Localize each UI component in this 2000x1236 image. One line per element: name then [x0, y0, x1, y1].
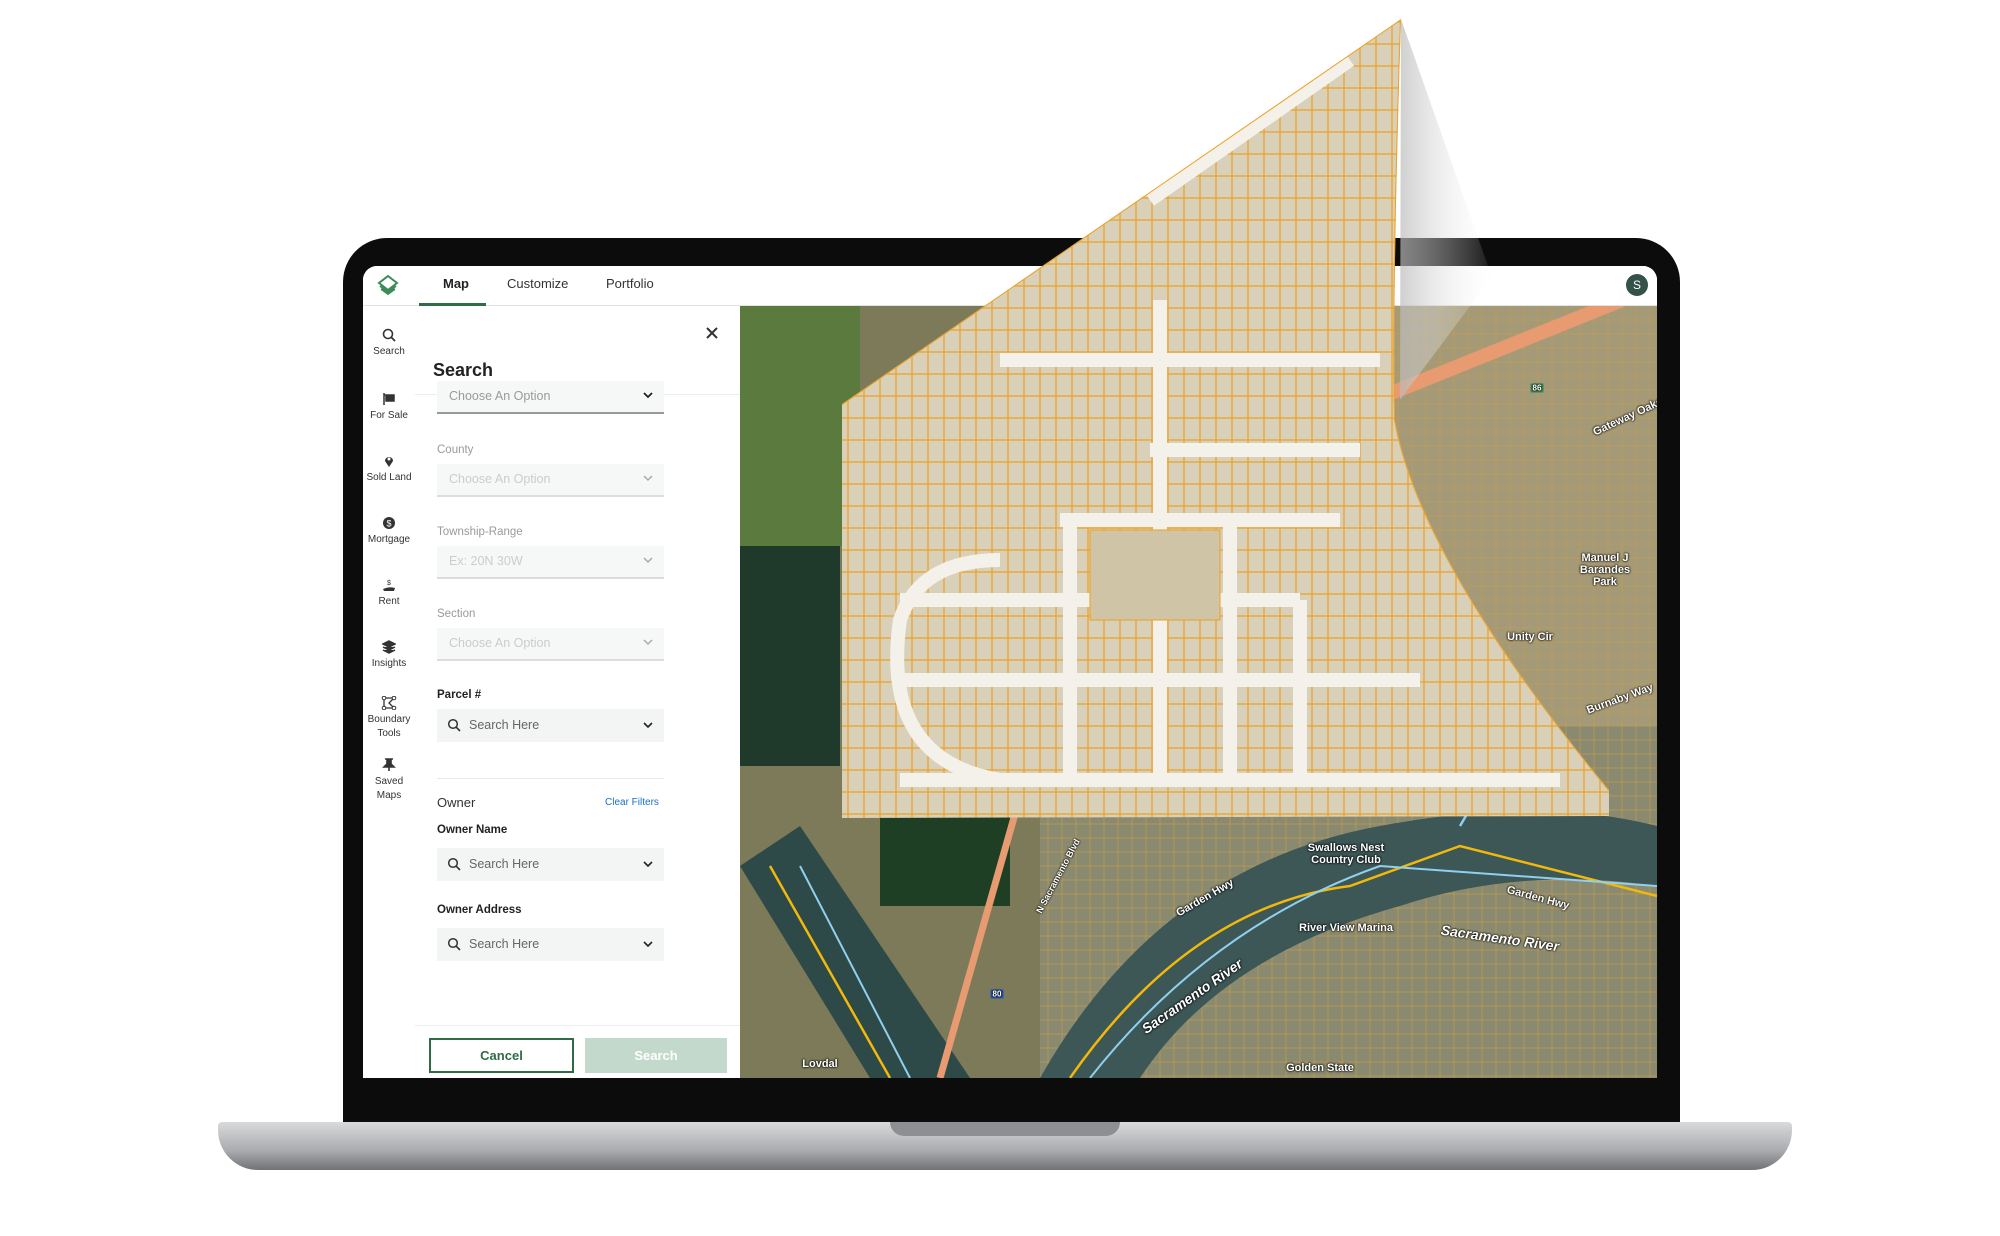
hand-dollar-icon: $ — [383, 580, 395, 591]
sidebar: Search For Sale Sold Land $ Mortgage $ Ren… — [363, 306, 415, 1078]
parcel-label: Parcel # — [437, 689, 482, 701]
map-label: Swallows Nest Country Club — [1307, 842, 1385, 866]
section-select[interactable]: Choose An Option — [437, 628, 664, 661]
map-pin-icon — [385, 457, 393, 467]
county-select[interactable]: Choose An Option — [437, 464, 664, 497]
sidebar-item-sold-land[interactable]: Sold Land — [363, 454, 415, 485]
township-range-select[interactable]: Ex: 20N 30W — [437, 546, 664, 579]
sidebar-item-label: Rent — [378, 596, 400, 607]
select-placeholder: Ex: 20N 30W — [449, 554, 523, 568]
tab-portfolio[interactable]: Portfolio — [606, 276, 654, 291]
sidebar-item-label: Saved — [374, 776, 404, 787]
map-label: Lovdal — [802, 1058, 838, 1070]
select-placeholder: Choose An Option — [449, 472, 551, 486]
chevron-down-icon — [643, 861, 653, 868]
input-placeholder: Search Here — [469, 937, 540, 951]
owner-name-input[interactable]: Search Here — [437, 848, 664, 881]
sidebar-item-for-sale[interactable]: For Sale — [363, 392, 415, 423]
dollar-circle-icon: $ — [383, 517, 395, 529]
sidebar-item-label: Tools — [377, 728, 401, 739]
pin-icon — [382, 758, 396, 771]
cancel-button[interactable]: Cancel — [429, 1038, 574, 1073]
map-label: Golden State — [1286, 1062, 1354, 1074]
chevron-down-icon — [643, 722, 653, 729]
section-label: Section — [437, 608, 476, 620]
app-logo-icon — [377, 274, 399, 296]
panel-title: Search — [433, 360, 494, 380]
sidebar-item-label: For Sale — [370, 410, 408, 421]
sidebar-item-label: Mortgage — [367, 534, 411, 545]
select-value: Choose An Option — [449, 389, 551, 403]
township-label: Township-Range — [437, 526, 523, 538]
owner-address-input[interactable]: Search Here — [437, 928, 664, 961]
sidebar-item-boundary-tools[interactable]: Boundary Tools — [363, 696, 415, 741]
avatar[interactable]: S — [1626, 274, 1648, 296]
polygon-icon — [381, 696, 397, 710]
input-placeholder: Search Here — [469, 718, 540, 732]
chevron-down-icon — [643, 392, 653, 399]
sidebar-item-saved-maps[interactable]: Saved Maps — [363, 758, 415, 803]
svg-text:$: $ — [387, 580, 391, 587]
map-label: River View Marina — [1299, 922, 1393, 934]
map-imagery — [740, 306, 1657, 1078]
interstate-shield: 80 — [990, 989, 1004, 999]
tab-map[interactable]: Map — [443, 276, 469, 291]
sidebar-item-label: Sold Land — [366, 472, 412, 483]
owner-name-label: Owner Name — [437, 824, 508, 836]
sidebar-item-label: Search — [373, 346, 405, 357]
layers-icon — [382, 640, 396, 654]
search-icon — [447, 857, 461, 871]
search-icon — [382, 328, 396, 342]
county-label: County — [437, 444, 474, 456]
sidebar-item-insights[interactable]: Insights — [363, 640, 415, 671]
first-select[interactable]: Choose An Option — [437, 381, 664, 414]
chevron-down-icon — [643, 941, 653, 948]
footer-divider — [415, 1025, 740, 1026]
satellite-map[interactable]: Swallows Nest Country Club River View Ma… — [740, 306, 1657, 1078]
top-nav: Map Customize Portfolio S — [363, 266, 1657, 306]
highway-shield: 86 — [1530, 383, 1544, 393]
sidebar-item-label: Insights — [371, 658, 407, 669]
search-button[interactable]: Search — [585, 1038, 727, 1073]
input-placeholder: Search Here — [469, 857, 540, 871]
divider — [437, 778, 664, 779]
close-icon[interactable] — [705, 326, 719, 340]
search-icon — [447, 718, 461, 732]
laptop-notch — [890, 1122, 1120, 1136]
sidebar-item-label: Boundary — [367, 714, 411, 725]
search-icon — [447, 937, 461, 951]
owner-heading: Owner — [437, 795, 476, 810]
map-label: Manuel J Barandes Park — [1579, 552, 1631, 588]
owner-address-label: Owner Address — [437, 904, 522, 916]
tab-customize[interactable]: Customize — [507, 276, 568, 291]
sidebar-item-rent[interactable]: $ Rent — [363, 578, 415, 609]
app-screen: Swallows Nest Country Club River View Ma… — [363, 266, 1657, 1078]
sidebar-item-label: Maps — [376, 790, 402, 801]
chevron-down-icon — [643, 475, 653, 482]
flag-icon — [383, 393, 395, 405]
select-placeholder: Choose An Option — [449, 636, 551, 650]
sidebar-item-mortgage[interactable]: $ Mortgage — [363, 516, 415, 547]
sidebar-item-search[interactable]: Search — [363, 328, 415, 359]
search-panel: Search Choose An Option County Choose An… — [415, 306, 740, 1078]
chevron-down-icon — [643, 557, 653, 564]
parcel-search-input[interactable]: Search Here — [437, 709, 664, 742]
svg-text:$: $ — [386, 519, 391, 529]
map-label: Unity Cir — [1507, 631, 1553, 643]
chevron-down-icon — [643, 639, 653, 646]
clear-filters-link[interactable]: Clear Filters — [605, 797, 659, 808]
